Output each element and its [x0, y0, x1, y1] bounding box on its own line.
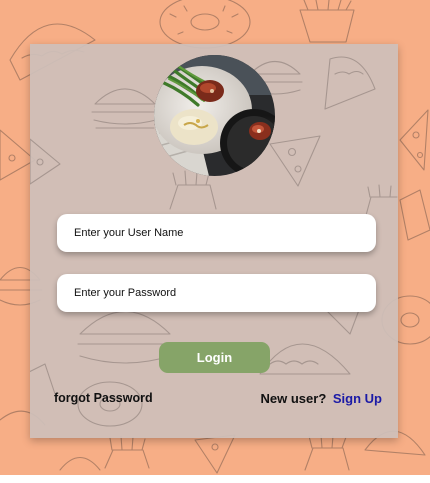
username-field[interactable]: [57, 214, 376, 252]
sign-up-link[interactable]: Sign Up: [333, 391, 382, 406]
login-button[interactable]: Login: [159, 342, 270, 373]
new-user-label: New user?: [260, 391, 327, 406]
password-field[interactable]: [57, 274, 376, 312]
login-card: Login forgot Password New user? Sign Up: [30, 44, 398, 438]
food-plate-avatar: [154, 55, 275, 176]
new-user-prompt: New user? Sign Up: [261, 391, 382, 406]
bottom-strip: [0, 475, 430, 483]
forgot-password-link[interactable]: forgot Password: [54, 391, 153, 405]
username-input[interactable]: [72, 226, 376, 240]
password-input[interactable]: [72, 286, 376, 300]
food-plate-icon: [154, 55, 275, 176]
